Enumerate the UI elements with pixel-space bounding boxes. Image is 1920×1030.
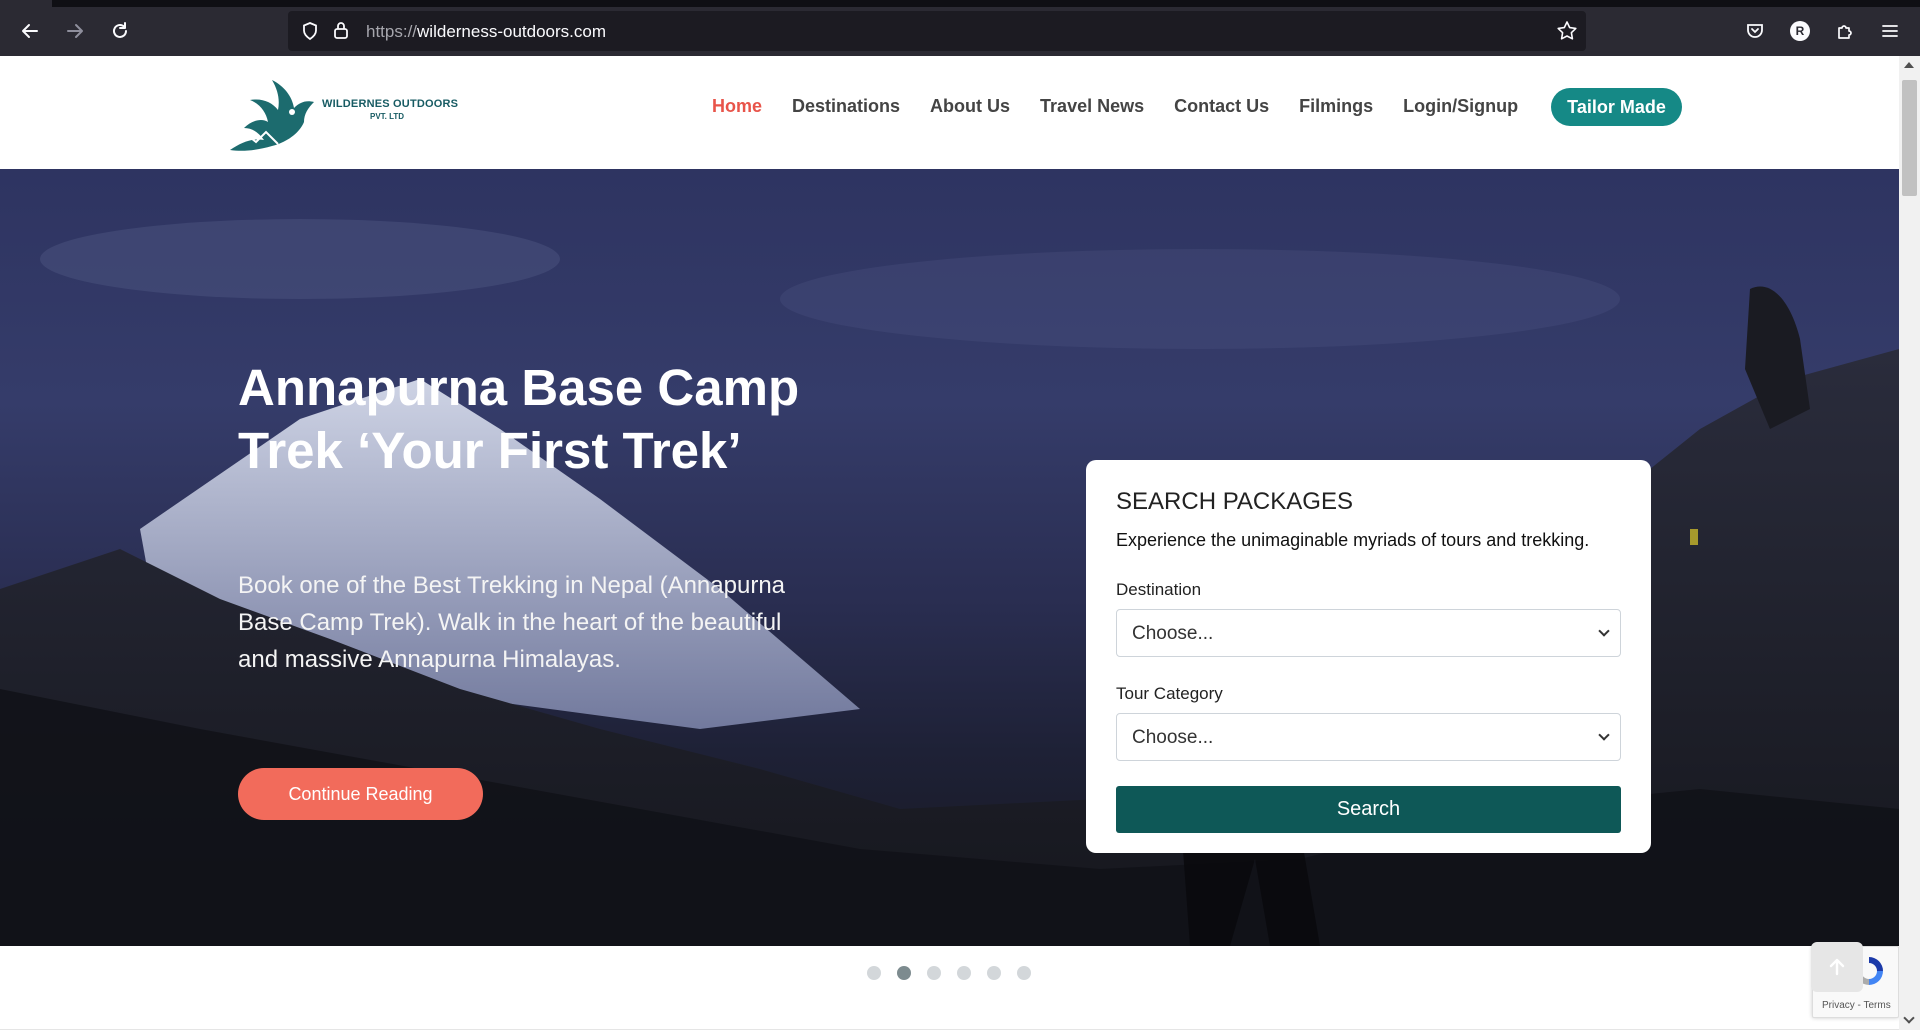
nav-home[interactable]: Home: [712, 96, 762, 117]
nav-contact-us[interactable]: Contact Us: [1174, 96, 1269, 117]
tailor-made-button[interactable]: Tailor Made: [1551, 88, 1682, 126]
slider-dot-1[interactable]: [867, 966, 881, 980]
forward-button[interactable]: [57, 13, 93, 49]
avatar: R: [1790, 21, 1810, 41]
slider-dot-4[interactable]: [957, 966, 971, 980]
address-bar[interactable]: https://wilderness-outdoors.com: [288, 11, 1586, 51]
account-button[interactable]: R: [1782, 13, 1818, 49]
nav-travel-news[interactable]: Travel News: [1040, 96, 1144, 117]
slider-dot-6[interactable]: [1017, 966, 1031, 980]
back-button[interactable]: [12, 13, 48, 49]
arrow-up-icon: [1829, 958, 1845, 976]
scrollbar-thumb[interactable]: [1902, 80, 1917, 196]
forward-arrow-icon: [67, 24, 83, 38]
chevron-down-icon: [1598, 625, 1610, 637]
browser-toolbar: https://wilderness-outdoors.com R: [0, 7, 1920, 56]
tour-category-selected-value: Choose...: [1132, 727, 1214, 748]
browser-tab-strip: [0, 0, 1920, 7]
url-host: wilderness-outdoors.com: [417, 22, 606, 41]
pocket-icon: [1747, 24, 1763, 38]
site-logo[interactable]: WILDERNES OUTDOORS PVT. LTD: [222, 72, 472, 154]
extensions-button[interactable]: [1827, 13, 1863, 49]
nav-about-us[interactable]: About Us: [930, 96, 1010, 117]
destination-selected-value: Choose...: [1132, 623, 1214, 644]
bookmark-star-icon[interactable]: [1556, 20, 1578, 42]
scroll-to-top-button[interactable]: [1811, 942, 1863, 992]
logo-sub-text: PVT. LTD: [370, 112, 405, 121]
destination-select[interactable]: Choose...: [1116, 609, 1621, 657]
puzzle-icon: [1838, 25, 1852, 39]
site-header: WILDERNES OUTDOORS PVT. LTD Home Destina…: [0, 56, 1899, 169]
shield-icon[interactable]: [300, 21, 320, 41]
slider-dots: [867, 966, 1031, 980]
profile-initial: R: [1795, 24, 1805, 38]
tour-category-label: Tour Category: [1116, 684, 1223, 703]
url-text[interactable]: https://wilderness-outdoors.com: [366, 22, 606, 42]
wildcat-logo-icon: [230, 80, 314, 151]
page-scrollbar[interactable]: [1899, 56, 1920, 1030]
slider-dot-3[interactable]: [927, 966, 941, 980]
scroll-up-arrow-icon[interactable]: [1904, 62, 1914, 68]
hamburger-menu-icon: [1882, 25, 1898, 37]
reload-button[interactable]: [102, 13, 138, 49]
reload-icon: [113, 22, 127, 38]
nav-destinations[interactable]: Destinations: [792, 96, 900, 117]
hero-title: Annapurna Base Camp Trek ‘Your First Tre…: [238, 359, 800, 479]
recaptcha-terms[interactable]: Privacy - Terms: [1822, 1000, 1891, 1011]
back-arrow-icon: [22, 24, 38, 38]
destination-label: Destination: [1116, 580, 1202, 599]
slider-dot-2[interactable]: [897, 966, 911, 980]
nav-login-signup[interactable]: Login/Signup: [1403, 96, 1518, 117]
url-protocol: https://: [366, 22, 418, 41]
search-subtitle: Experience the unimaginable myriads of t…: [1116, 530, 1590, 550]
app-menu-button[interactable]: [1872, 13, 1908, 49]
search-button[interactable]: Search: [1116, 786, 1621, 833]
logo-brand-text: WILDERNES OUTDOORS: [322, 98, 459, 110]
slider-dot-5[interactable]: [987, 966, 1001, 980]
search-title: SEARCH PACKAGES: [1116, 488, 1353, 515]
main-navigation: Home Destinations About Us Travel News C…: [712, 96, 1548, 117]
lock-icon[interactable]: [332, 20, 350, 40]
active-tab-edge: [0, 0, 52, 7]
hero-slider: Annapurna Base Camp Trek ‘Your First Tre…: [0, 169, 1899, 946]
tour-category-select[interactable]: Choose...: [1116, 713, 1621, 761]
nav-filmings[interactable]: Filmings: [1299, 96, 1373, 117]
pocket-button[interactable]: [1737, 13, 1773, 49]
continue-reading-button[interactable]: Continue Reading: [238, 768, 483, 820]
web-page: WILDERNES OUTDOORS PVT. LTD Home Destina…: [0, 56, 1899, 1030]
chevron-down-icon: [1598, 729, 1610, 741]
scroll-down-arrow-icon[interactable]: [1903, 1012, 1915, 1024]
hero-description: Book one of the Best Trekking in Nepal (…: [238, 572, 786, 673]
search-packages-card: SEARCH PACKAGES Experience the unimagina…: [1086, 460, 1651, 853]
